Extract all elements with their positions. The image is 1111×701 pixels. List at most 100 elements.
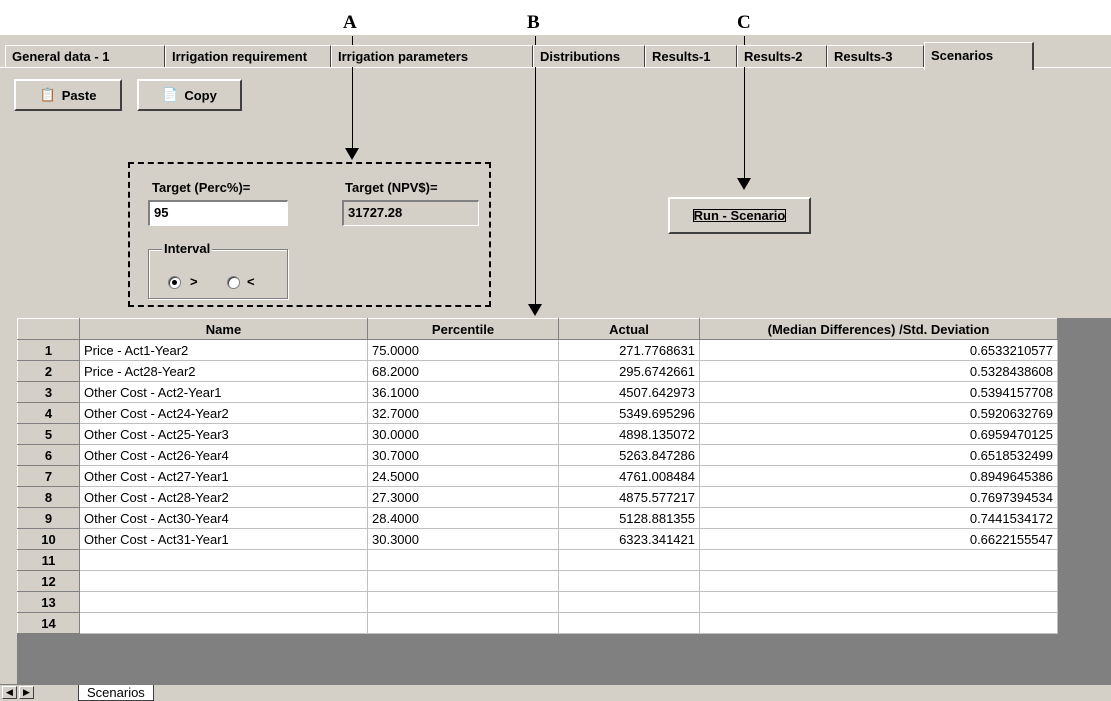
table-row[interactable]: 6 Other Cost - Act26-Year4 30.7000 5263.847… bbox=[17, 444, 1058, 466]
row-number[interactable]: 12 bbox=[17, 570, 80, 592]
table-row[interactable]: 11 bbox=[17, 549, 1058, 571]
cell-percentile[interactable] bbox=[367, 591, 559, 613]
table-row[interactable]: 10 Other Cost - Act31-Year1 30.3000 6323.34… bbox=[17, 528, 1058, 550]
cell-deviation[interactable]: 0.7697394534 bbox=[699, 486, 1058, 508]
cell-name[interactable] bbox=[79, 612, 368, 634]
column-header-deviation[interactable]: (Median Differences) /Std. Deviation bbox=[699, 318, 1058, 340]
tab-irrigation-parameters[interactable]: Irrigation parameters bbox=[331, 45, 533, 67]
table-row[interactable]: 1 Price - Act1-Year2 75.0000 271.7768631 0.6… bbox=[17, 339, 1058, 361]
row-number[interactable]: 14 bbox=[17, 612, 80, 634]
cell-percentile[interactable]: 24.5000 bbox=[367, 465, 559, 487]
cell-percentile[interactable] bbox=[367, 612, 559, 634]
cell-actual[interactable]: 5349.695296 bbox=[558, 402, 700, 424]
cell-percentile[interactable]: 30.0000 bbox=[367, 423, 559, 445]
cell-percentile[interactable]: 36.1000 bbox=[367, 381, 559, 403]
cell-name[interactable]: Price - Act1-Year2 bbox=[79, 339, 368, 361]
cell-percentile[interactable]: 28.4000 bbox=[367, 507, 559, 529]
cell-name[interactable]: Other Cost - Act26-Year4 bbox=[79, 444, 368, 466]
table-row[interactable]: 3 Other Cost - Act2-Year1 36.1000 4507.6429… bbox=[17, 381, 1058, 403]
cell-deviation[interactable] bbox=[699, 591, 1058, 613]
cell-name[interactable] bbox=[79, 591, 368, 613]
table-row[interactable]: 4 Other Cost - Act24-Year2 32.7000 5349.695… bbox=[17, 402, 1058, 424]
cell-name[interactable]: Price - Act28-Year2 bbox=[79, 360, 368, 382]
tab-general-data-1[interactable]: General data - 1 bbox=[5, 45, 165, 67]
corner-cell[interactable] bbox=[17, 318, 80, 340]
cell-percentile[interactable]: 30.3000 bbox=[367, 528, 559, 550]
cell-name[interactable] bbox=[79, 570, 368, 592]
table-row[interactable]: 5 Other Cost - Act25-Year3 30.0000 4898.135… bbox=[17, 423, 1058, 445]
row-number[interactable]: 3 bbox=[17, 381, 80, 403]
cell-deviation[interactable] bbox=[699, 570, 1058, 592]
table-row[interactable]: 14 bbox=[17, 612, 1058, 634]
interval-gt-radio[interactable] bbox=[168, 276, 181, 289]
interval-lt-radio[interactable] bbox=[227, 276, 240, 289]
cell-percentile[interactable]: 30.7000 bbox=[367, 444, 559, 466]
row-number[interactable]: 11 bbox=[17, 549, 80, 571]
cell-actual[interactable]: 4761.008484 bbox=[558, 465, 700, 487]
cell-deviation[interactable]: 0.8949645386 bbox=[699, 465, 1058, 487]
cell-actual[interactable] bbox=[558, 591, 700, 613]
cell-deviation[interactable]: 0.7441534172 bbox=[699, 507, 1058, 529]
cell-actual[interactable]: 4898.135072 bbox=[558, 423, 700, 445]
cell-name[interactable]: Other Cost - Act24-Year2 bbox=[79, 402, 368, 424]
cell-percentile[interactable]: 27.3000 bbox=[367, 486, 559, 508]
cell-percentile[interactable]: 75.0000 bbox=[367, 339, 559, 361]
cell-deviation[interactable]: 0.5328438608 bbox=[699, 360, 1058, 382]
cell-deviation[interactable]: 0.6959470125 bbox=[699, 423, 1058, 445]
cell-deviation[interactable] bbox=[699, 612, 1058, 634]
tab-results-1[interactable]: Results-1 bbox=[645, 45, 737, 67]
tab-results-3[interactable]: Results-3 bbox=[827, 45, 924, 67]
row-number[interactable]: 1 bbox=[17, 339, 80, 361]
tab-results-2[interactable]: Results-2 bbox=[737, 45, 827, 67]
cell-name[interactable] bbox=[79, 549, 368, 571]
sheet-tab-scenarios[interactable]: Scenarios bbox=[78, 685, 154, 701]
cell-name[interactable]: Other Cost - Act27-Year1 bbox=[79, 465, 368, 487]
row-number[interactable]: 7 bbox=[17, 465, 80, 487]
cell-name[interactable]: Other Cost - Act2-Year1 bbox=[79, 381, 368, 403]
cell-deviation[interactable]: 0.6622155547 bbox=[699, 528, 1058, 550]
cell-actual[interactable]: 4507.642973 bbox=[558, 381, 700, 403]
cell-actual[interactable]: 5128.881355 bbox=[558, 507, 700, 529]
cell-actual[interactable] bbox=[558, 612, 700, 634]
table-row[interactable]: 13 bbox=[17, 591, 1058, 613]
cell-actual[interactable] bbox=[558, 549, 700, 571]
column-header-actual[interactable]: Actual bbox=[558, 318, 700, 340]
cell-actual[interactable]: 6323.341421 bbox=[558, 528, 700, 550]
cell-deviation[interactable]: 0.6518532499 bbox=[699, 444, 1058, 466]
copy-button[interactable]: 📄 Copy bbox=[137, 79, 242, 111]
cell-deviation[interactable]: 0.5920632769 bbox=[699, 402, 1058, 424]
cell-percentile[interactable] bbox=[367, 549, 559, 571]
row-number[interactable]: 2 bbox=[17, 360, 80, 382]
cell-actual[interactable]: 271.7768631 bbox=[558, 339, 700, 361]
row-number[interactable]: 5 bbox=[17, 423, 80, 445]
cell-actual[interactable]: 295.6742661 bbox=[558, 360, 700, 382]
row-number[interactable]: 8 bbox=[17, 486, 80, 508]
table-row[interactable]: 12 bbox=[17, 570, 1058, 592]
cell-percentile[interactable] bbox=[367, 570, 559, 592]
cell-deviation[interactable]: 0.5394157708 bbox=[699, 381, 1058, 403]
paste-button[interactable]: 📋 Paste bbox=[14, 79, 122, 111]
cell-name[interactable]: Other Cost - Act31-Year1 bbox=[79, 528, 368, 550]
cell-percentile[interactable]: 32.7000 bbox=[367, 402, 559, 424]
sheet-next-button[interactable]: ▶ bbox=[19, 686, 34, 699]
table-row[interactable]: 7 Other Cost - Act27-Year1 24.5000 4761.008… bbox=[17, 465, 1058, 487]
cell-percentile[interactable]: 68.2000 bbox=[367, 360, 559, 382]
row-number[interactable]: 13 bbox=[17, 591, 80, 613]
row-number[interactable]: 10 bbox=[17, 528, 80, 550]
tab-distributions[interactable]: Distributions bbox=[533, 45, 645, 67]
cell-name[interactable]: Other Cost - Act28-Year2 bbox=[79, 486, 368, 508]
cell-actual[interactable] bbox=[558, 570, 700, 592]
target-perc-input[interactable]: 95 bbox=[148, 200, 288, 226]
column-header-percentile[interactable]: Percentile bbox=[367, 318, 559, 340]
table-row[interactable]: 8 Other Cost - Act28-Year2 27.3000 4875.577… bbox=[17, 486, 1058, 508]
cell-deviation[interactable] bbox=[699, 549, 1058, 571]
cell-actual[interactable]: 5263.847286 bbox=[558, 444, 700, 466]
column-header-name[interactable]: Name bbox=[79, 318, 368, 340]
tab-irrigation-requirement[interactable]: Irrigation requirement bbox=[165, 45, 331, 67]
cell-name[interactable]: Other Cost - Act30-Year4 bbox=[79, 507, 368, 529]
table-row[interactable]: 2 Price - Act28-Year2 68.2000 295.6742661 0.… bbox=[17, 360, 1058, 382]
tab-scenarios[interactable]: Scenarios bbox=[924, 42, 1034, 70]
row-number[interactable]: 4 bbox=[17, 402, 80, 424]
cell-actual[interactable]: 4875.577217 bbox=[558, 486, 700, 508]
row-number[interactable]: 9 bbox=[17, 507, 80, 529]
